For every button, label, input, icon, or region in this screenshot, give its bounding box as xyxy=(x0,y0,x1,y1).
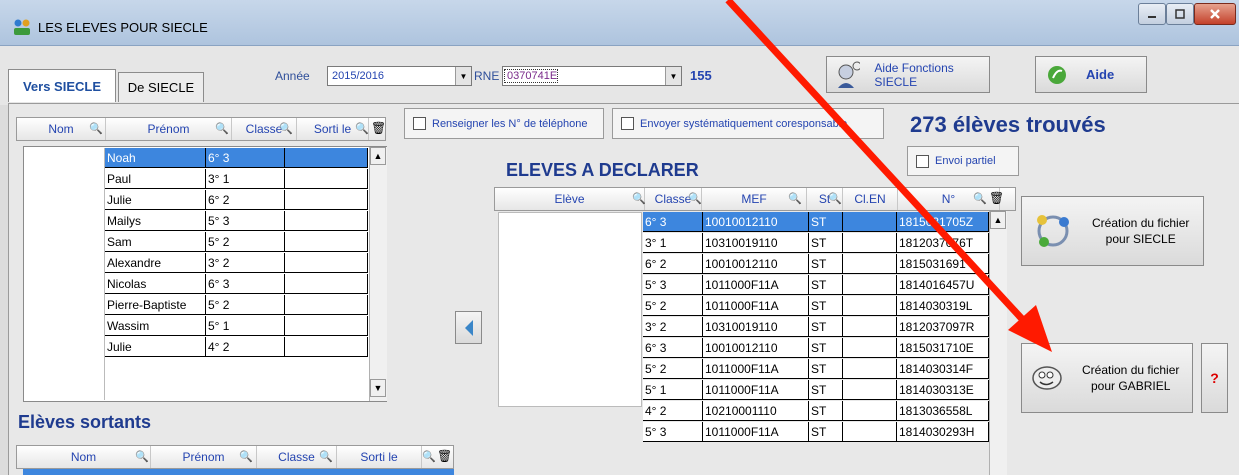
annotation-arrow-line xyxy=(725,0,1026,323)
annotation-arrow xyxy=(725,0,1052,352)
